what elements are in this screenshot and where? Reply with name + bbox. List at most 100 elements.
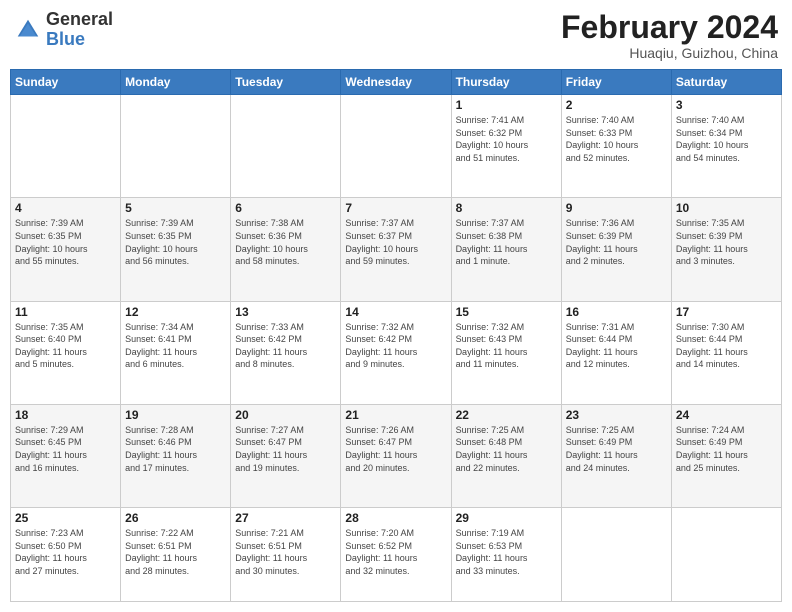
day-of-week-header: Sunday [11,70,121,95]
calendar-cell: 2 Sunrise: 7:40 AM Sunset: 6:33 PM Daylig… [561,95,671,198]
day-number: 26 [125,511,226,525]
calendar-cell: 1 Sunrise: 7:41 AM Sunset: 6:32 PM Daylig… [451,95,561,198]
day-info: Sunrise: 7:37 AM Sunset: 6:37 PM Dayligh… [345,217,446,267]
day-info: Sunrise: 7:41 AM Sunset: 6:32 PM Dayligh… [456,114,557,164]
calendar-cell: 16 Sunrise: 7:31 AM Sunset: 6:44 PM Dayli… [561,301,671,404]
calendar-cell: 7 Sunrise: 7:37 AM Sunset: 6:37 PM Daylig… [341,198,451,301]
calendar-week-row: 18 Sunrise: 7:29 AM Sunset: 6:45 PM Dayli… [11,404,782,507]
calendar-cell: 29 Sunrise: 7:19 AM Sunset: 6:53 PM Dayli… [451,508,561,602]
day-info: Sunrise: 7:26 AM Sunset: 6:47 PM Dayligh… [345,424,446,474]
location: Huaqiu, Guizhou, China [561,45,778,61]
day-info: Sunrise: 7:24 AM Sunset: 6:49 PM Dayligh… [676,424,777,474]
day-info: Sunrise: 7:25 AM Sunset: 6:48 PM Dayligh… [456,424,557,474]
calendar-cell: 24 Sunrise: 7:24 AM Sunset: 6:49 PM Dayli… [671,404,781,507]
calendar-cell: 14 Sunrise: 7:32 AM Sunset: 6:42 PM Dayli… [341,301,451,404]
calendar-cell: 10 Sunrise: 7:35 AM Sunset: 6:39 PM Dayli… [671,198,781,301]
day-number: 1 [456,98,557,112]
day-info: Sunrise: 7:34 AM Sunset: 6:41 PM Dayligh… [125,321,226,371]
day-of-week-header: Friday [561,70,671,95]
day-number: 10 [676,201,777,215]
day-info: Sunrise: 7:25 AM Sunset: 6:49 PM Dayligh… [566,424,667,474]
day-info: Sunrise: 7:36 AM Sunset: 6:39 PM Dayligh… [566,217,667,267]
calendar-cell: 28Sunrise: 7:20 AM Sunset: 6:52 PM Dayli… [341,508,451,602]
day-info: Sunrise: 7:19 AM Sunset: 6:53 PM Dayligh… [456,527,557,577]
day-info: Sunrise: 7:35 AM Sunset: 6:39 PM Dayligh… [676,217,777,267]
calendar-cell [671,508,781,602]
calendar-cell: 22 Sunrise: 7:25 AM Sunset: 6:48 PM Dayli… [451,404,561,507]
day-number: 17 [676,305,777,319]
calendar-cell: 12 Sunrise: 7:34 AM Sunset: 6:41 PM Dayli… [121,301,231,404]
day-number: 13 [235,305,336,319]
day-number: 19 [125,408,226,422]
day-info: Sunrise: 7:32 AM Sunset: 6:42 PM Dayligh… [345,321,446,371]
calendar-week-row: 25Sunrise: 7:23 AM Sunset: 6:50 PM Dayli… [11,508,782,602]
day-info: Sunrise: 7:39 AM Sunset: 6:35 PM Dayligh… [125,217,226,267]
day-info: Sunrise: 7:21 AM Sunset: 6:51 PM Dayligh… [235,527,336,577]
day-info: Sunrise: 7:31 AM Sunset: 6:44 PM Dayligh… [566,321,667,371]
day-info: Sunrise: 7:40 AM Sunset: 6:34 PM Dayligh… [676,114,777,164]
day-info: Sunrise: 7:29 AM Sunset: 6:45 PM Dayligh… [15,424,116,474]
calendar-cell: 27 Sunrise: 7:21 AM Sunset: 6:51 PM Dayli… [231,508,341,602]
day-number: 18 [15,408,116,422]
day-number: 29 [456,511,557,525]
day-info: Sunrise: 7:27 AM Sunset: 6:47 PM Dayligh… [235,424,336,474]
day-info: Sunrise: 7:40 AM Sunset: 6:33 PM Dayligh… [566,114,667,164]
calendar-cell: 5Sunrise: 7:39 AM Sunset: 6:35 PM Daylig… [121,198,231,301]
day-number: 16 [566,305,667,319]
logo-icon [14,16,42,44]
day-number: 15 [456,305,557,319]
logo-blue-text: Blue [46,29,85,49]
day-info: Sunrise: 7:23 AM Sunset: 6:50 PM Dayligh… [15,527,116,577]
page: General Blue February 2024 Huaqiu, Guizh… [0,0,792,612]
calendar-cell [341,95,451,198]
calendar-cell: 17 Sunrise: 7:30 AM Sunset: 6:44 PM Dayli… [671,301,781,404]
day-info: Sunrise: 7:33 AM Sunset: 6:42 PM Dayligh… [235,321,336,371]
day-number: 6 [235,201,336,215]
calendar-cell: 20 Sunrise: 7:27 AM Sunset: 6:47 PM Dayli… [231,404,341,507]
calendar-cell: 15 Sunrise: 7:32 AM Sunset: 6:43 PM Dayli… [451,301,561,404]
calendar-cell [11,95,121,198]
day-info: Sunrise: 7:35 AM Sunset: 6:40 PM Dayligh… [15,321,116,371]
calendar-week-row: 1 Sunrise: 7:41 AM Sunset: 6:32 PM Daylig… [11,95,782,198]
calendar-cell: 25Sunrise: 7:23 AM Sunset: 6:50 PM Dayli… [11,508,121,602]
calendar-cell: 8Sunrise: 7:37 AM Sunset: 6:38 PM Daylig… [451,198,561,301]
logo-general-text: General [46,9,113,29]
day-number: 9 [566,201,667,215]
day-number: 14 [345,305,446,319]
day-number: 20 [235,408,336,422]
calendar-cell [561,508,671,602]
day-number: 12 [125,305,226,319]
day-of-week-header: Monday [121,70,231,95]
calendar-cell: 19 Sunrise: 7:28 AM Sunset: 6:46 PM Dayli… [121,404,231,507]
calendar-cell: 23 Sunrise: 7:25 AM Sunset: 6:49 PM Dayli… [561,404,671,507]
calendar-header-row: SundayMondayTuesdayWednesdayThursdayFrid… [11,70,782,95]
day-number: 22 [456,408,557,422]
day-info: Sunrise: 7:30 AM Sunset: 6:44 PM Dayligh… [676,321,777,371]
logo: General Blue [14,10,113,50]
calendar-cell: 18 Sunrise: 7:29 AM Sunset: 6:45 PM Dayli… [11,404,121,507]
calendar-cell [231,95,341,198]
calendar-cell: 3Sunrise: 7:40 AM Sunset: 6:34 PM Daylig… [671,95,781,198]
calendar-cell: 6 Sunrise: 7:38 AM Sunset: 6:36 PM Daylig… [231,198,341,301]
day-number: 11 [15,305,116,319]
day-info: Sunrise: 7:38 AM Sunset: 6:36 PM Dayligh… [235,217,336,267]
day-info: Sunrise: 7:37 AM Sunset: 6:38 PM Dayligh… [456,217,557,267]
header: General Blue February 2024 Huaqiu, Guizh… [10,10,782,61]
calendar-cell: 26Sunrise: 7:22 AM Sunset: 6:51 PM Dayli… [121,508,231,602]
day-info: Sunrise: 7:39 AM Sunset: 6:35 PM Dayligh… [15,217,116,267]
day-number: 7 [345,201,446,215]
day-number: 23 [566,408,667,422]
day-number: 4 [15,201,116,215]
day-number: 27 [235,511,336,525]
day-number: 2 [566,98,667,112]
calendar-cell: 13 Sunrise: 7:33 AM Sunset: 6:42 PM Dayli… [231,301,341,404]
calendar-cell: 21Sunrise: 7:26 AM Sunset: 6:47 PM Dayli… [341,404,451,507]
day-of-week-header: Thursday [451,70,561,95]
calendar-cell: 11 Sunrise: 7:35 AM Sunset: 6:40 PM Dayli… [11,301,121,404]
calendar-week-row: 4 Sunrise: 7:39 AM Sunset: 6:35 PM Daylig… [11,198,782,301]
day-info: Sunrise: 7:28 AM Sunset: 6:46 PM Dayligh… [125,424,226,474]
day-of-week-header: Tuesday [231,70,341,95]
day-number: 28 [345,511,446,525]
day-info: Sunrise: 7:32 AM Sunset: 6:43 PM Dayligh… [456,321,557,371]
day-number: 24 [676,408,777,422]
